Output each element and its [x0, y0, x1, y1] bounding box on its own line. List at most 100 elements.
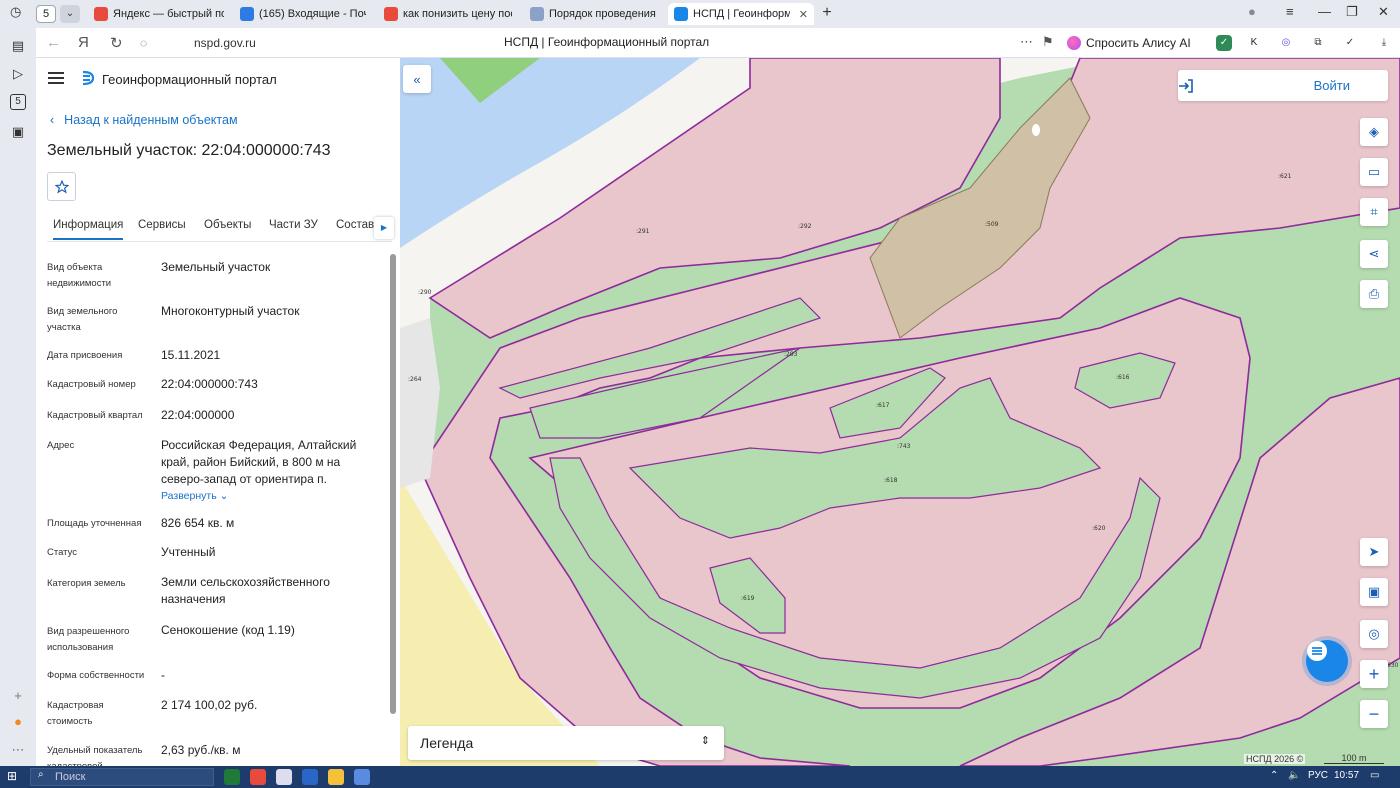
extension-shield-icon[interactable]: ✓ [1216, 35, 1232, 51]
taskbar-browser-icon[interactable] [354, 769, 370, 785]
download-icon[interactable]: ⤓ [1376, 35, 1392, 51]
taskbar-app-icon[interactable] [302, 769, 318, 785]
browser-tab-procedure[interactable]: Порядок проведения про [524, 3, 664, 25]
browser-tab-yandex[interactable]: Яндекс — быстрый поиск [88, 3, 230, 25]
bookmark-icon[interactable]: ⚑ [1042, 34, 1054, 50]
locate-button[interactable]: ➤ [1360, 538, 1388, 566]
collections-icon[interactable]: ▤ [10, 38, 26, 54]
tab-information[interactable]: Информация [53, 219, 124, 240]
row-value: 2,63 руб./кв. м [161, 743, 241, 757]
new-tab-button[interactable]: + [818, 4, 836, 22]
parcel-label: :292 [798, 223, 812, 230]
chevron-down-icon[interactable]: ⌄ [60, 5, 80, 23]
extensions-icon[interactable]: ⧉ [1310, 35, 1326, 51]
layers-button[interactable]: ◈ [1360, 118, 1388, 146]
parcel-label: :617 [876, 402, 890, 409]
parcel-label: :293 [784, 351, 798, 358]
shield-icon [530, 7, 544, 21]
select-area-button[interactable]: ⌗ [1360, 198, 1388, 226]
tab-services[interactable]: Сервисы [138, 219, 186, 231]
extension-k-icon[interactable]: K [1246, 35, 1262, 51]
tab-parts[interactable]: Части ЗУ [269, 219, 318, 231]
row-label: Форма собственности [47, 670, 145, 681]
minimap-button[interactable]: ▣ [1360, 578, 1388, 606]
row-label: Категория земель [47, 578, 126, 589]
info-panel: Геоинформационный портал ‹ Назад к найде… [36, 58, 400, 766]
star-icon [54, 179, 69, 194]
tabs-scroll-right-button[interactable]: ▶ [374, 217, 394, 239]
ruler-button[interactable]: ▭ [1360, 158, 1388, 186]
taskbar-app-icon[interactable] [276, 769, 292, 785]
taskbar-folder-icon[interactable] [328, 769, 344, 785]
menu-icon[interactable] [48, 72, 64, 84]
ask-alice-button[interactable]: Спросить Алису AI [1067, 33, 1191, 53]
back-to-results-link[interactable]: ‹ Назад к найденным объектам [50, 113, 238, 127]
profile-icon[interactable]: ● [1248, 4, 1256, 19]
extension-circle-icon[interactable]: ◎ [1278, 35, 1294, 51]
browser-tab-strip: ◷ 5 ⌄ Яндекс — быстрый поиск (165) Входя… [0, 0, 1400, 28]
windows-start-icon[interactable]: ⊞ [7, 769, 17, 783]
browser-tab-search[interactable]: как понизить цену после [378, 3, 518, 25]
downloads-status-icon[interactable]: ✓ [1342, 35, 1358, 51]
parcel-label: :616 [1116, 374, 1130, 381]
notifications-icon[interactable]: ▭ [1370, 770, 1379, 781]
select-area-icon: ⌗ [1370, 204, 1378, 219]
add-icon[interactable]: + [10, 688, 26, 704]
site-info-icon[interactable]: ◌ [140, 36, 147, 50]
share-button[interactable]: ⋖ [1360, 240, 1388, 268]
alice-icon[interactable]: ● [10, 714, 26, 730]
row-label: Кадастровый номер [47, 379, 136, 390]
browser-tab-nspd[interactable]: НСПД | Геоинформаци ✕ [668, 3, 814, 25]
expand-address-link[interactable]: Развернуть ⌄ [161, 490, 228, 502]
chat-button[interactable] [1306, 640, 1348, 682]
parcel-label: :618 [884, 477, 898, 484]
map-view[interactable]: :291 :292 :509 :621 :290 :293 :264 :616 … [400, 58, 1400, 766]
taskbar-yandex-icon[interactable] [250, 769, 266, 785]
clock[interactable]: 10:57 [1334, 770, 1359, 781]
tab-counter[interactable]: 5 [36, 5, 56, 23]
history-icon[interactable]: ◷ [10, 4, 21, 20]
favorite-button[interactable] [47, 172, 76, 201]
search-location-button[interactable]: ◎ [1360, 620, 1388, 648]
row-value: 15.11.2021 [161, 348, 221, 362]
url-text[interactable]: nspd.gov.ru [194, 36, 256, 50]
minimize-icon[interactable]: — [1318, 4, 1331, 19]
login-button[interactable]: Войти [1178, 70, 1388, 101]
play-icon[interactable]: ▷ [10, 66, 26, 82]
back-arrow-icon[interactable]: ← [46, 34, 61, 51]
five-icon[interactable]: 5 [10, 94, 26, 110]
print-icon: ⎙ [1368, 286, 1380, 301]
language-indicator[interactable]: РУС [1308, 770, 1328, 781]
yandex-button-icon[interactable]: Я [78, 34, 89, 51]
tray-chevron-icon[interactable]: ⌃ [1270, 770, 1278, 781]
taskbar-search[interactable]: Поиск [30, 768, 214, 786]
cadastral-map[interactable]: :291 :292 :509 :621 :290 :293 :264 :616 … [400, 58, 1400, 766]
camera-icon[interactable]: ▣ [10, 124, 26, 140]
row-label: Вид земельного участка [47, 306, 118, 333]
close-icon[interactable]: ✕ [799, 8, 808, 21]
reload-icon[interactable]: ↻ [110, 34, 123, 52]
browser-tab-mail[interactable]: (165) Входящие - Почта М [234, 3, 372, 25]
print-button[interactable]: ⎙ [1360, 280, 1388, 308]
restore-icon[interactable]: ❐ [1346, 4, 1358, 20]
tab-objects[interactable]: Объекты [204, 219, 251, 231]
legend-dropdown[interactable]: Легенда ⇕ [408, 726, 724, 760]
tab-composition[interactable]: Состав [336, 219, 374, 231]
zoom-in-button[interactable]: + [1360, 660, 1388, 688]
double-chevron-left-icon: « [413, 71, 421, 87]
plus-icon: + [1368, 663, 1380, 684]
more-icon[interactable]: ⋯ [10, 742, 26, 758]
more-icon[interactable]: ⋯ [1020, 34, 1033, 50]
volume-icon[interactable]: 🔈 [1288, 770, 1300, 781]
close-window-icon[interactable]: ✕ [1378, 4, 1389, 20]
copyright: НСПД 2026 © [1244, 754, 1306, 764]
chevron-left-icon: ‹ [50, 113, 55, 127]
taskbar-app-icon[interactable] [224, 769, 240, 785]
panel-scrollbar[interactable] [390, 254, 396, 714]
search-icon: ⌕ [38, 769, 44, 780]
zoom-out-button[interactable]: − [1360, 700, 1388, 728]
menu-icon[interactable]: ≡ [1286, 4, 1294, 19]
collapse-panel-button[interactable]: « [403, 65, 431, 93]
address-bar: ← Я ↻ ◌ nspd.gov.ru НСПД | Геоинформацио… [36, 28, 1400, 58]
row-label: Площадь уточненная [47, 518, 142, 529]
